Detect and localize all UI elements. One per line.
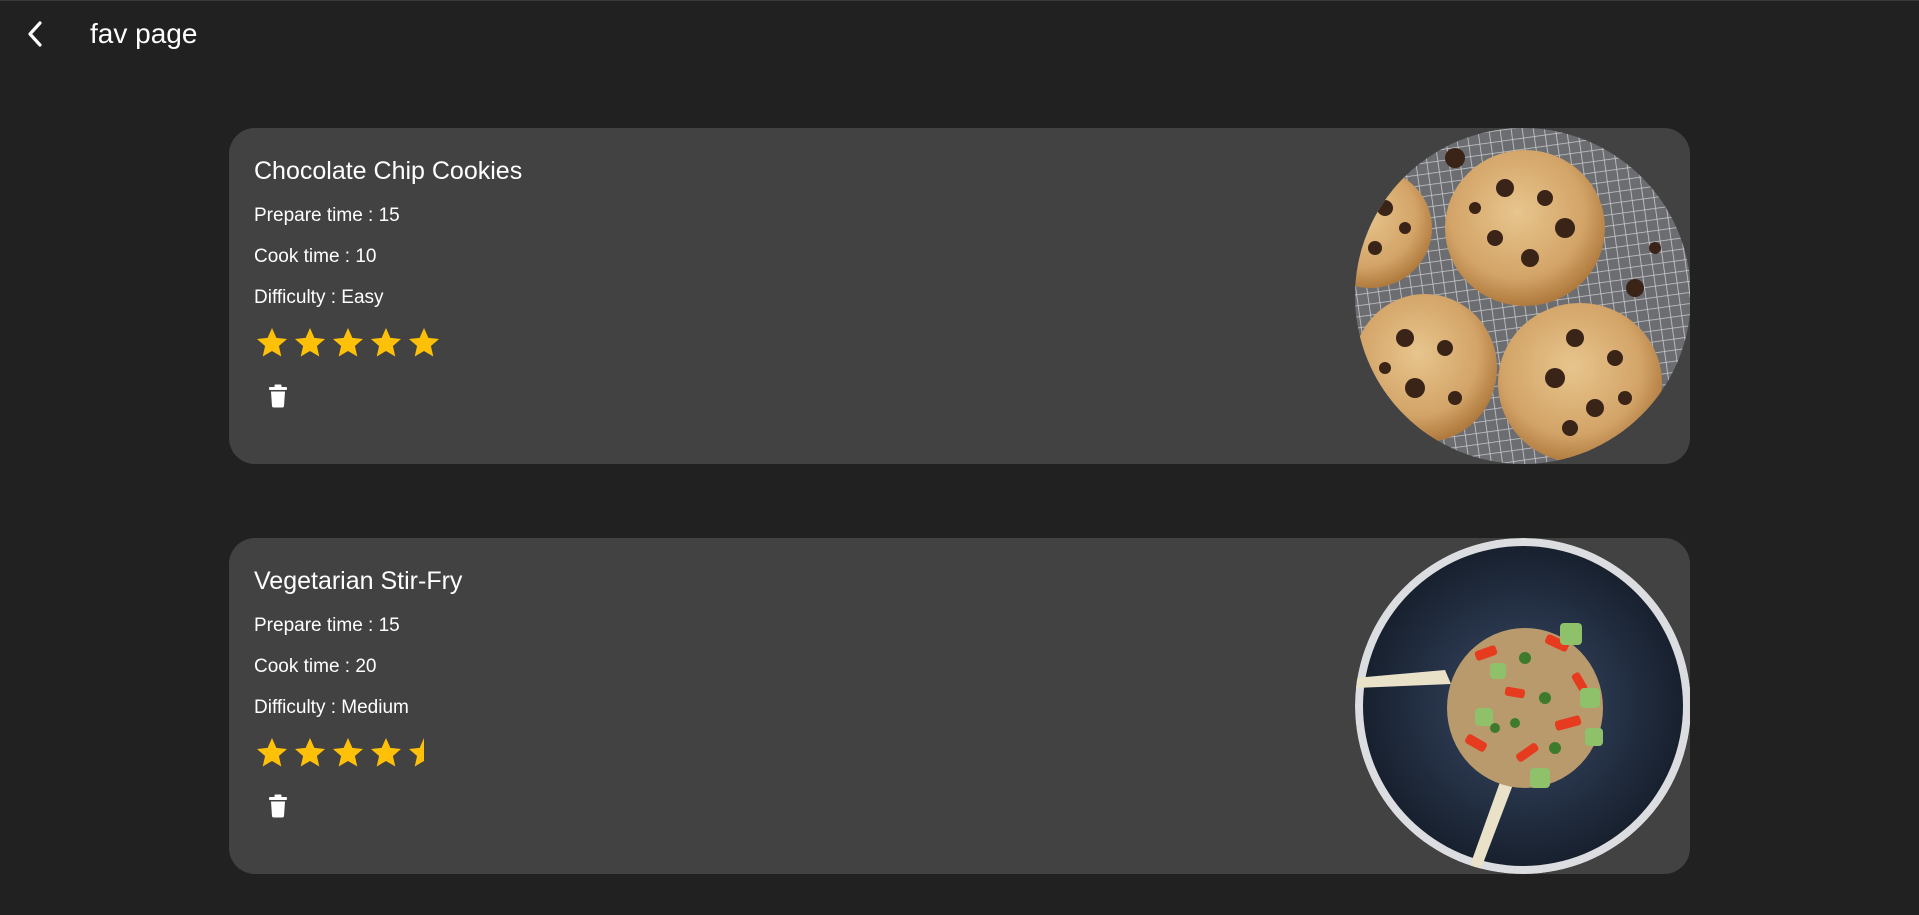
back-button[interactable] bbox=[18, 17, 52, 51]
star-filled-icon bbox=[295, 328, 325, 357]
arrow-back-icon bbox=[28, 21, 42, 47]
app-bar: fav page bbox=[0, 1, 1919, 69]
page-title: fav page bbox=[90, 18, 198, 49]
star-filled-icon bbox=[333, 328, 363, 357]
delete-button[interactable] bbox=[263, 381, 293, 411]
cookies-on-cooling-rack-photo bbox=[1355, 128, 1690, 464]
star-filled-icon bbox=[371, 738, 401, 767]
star-filled-icon bbox=[257, 328, 287, 357]
rating-stars bbox=[254, 735, 442, 771]
cook-time: Cook time : 10 bbox=[254, 246, 377, 267]
difficulty: Difficulty : Medium bbox=[254, 697, 409, 718]
favorites-page: fav page Chocolate Chip Cookies Prepare … bbox=[0, 0, 1919, 915]
rating-stars bbox=[254, 325, 442, 361]
star-filled-icon bbox=[371, 328, 401, 357]
star-filled-icon bbox=[295, 738, 325, 767]
trash-icon bbox=[269, 384, 287, 408]
delete-button[interactable] bbox=[263, 791, 293, 821]
star-filled-icon bbox=[333, 738, 363, 767]
recipe-name: Chocolate Chip Cookies bbox=[254, 157, 523, 185]
star-half-icon bbox=[409, 738, 424, 767]
difficulty: Difficulty : Easy bbox=[254, 287, 384, 308]
prepare-time: Prepare time : 15 bbox=[254, 205, 400, 226]
stir-fry-in-bowl-photo bbox=[1355, 538, 1690, 874]
prepare-time: Prepare time : 15 bbox=[254, 615, 400, 636]
recipe-card[interactable]: Chocolate Chip Cookies Prepare time : 15… bbox=[229, 128, 1690, 464]
star-filled-icon bbox=[257, 738, 287, 767]
star-filled-icon bbox=[409, 328, 439, 357]
cook-time: Cook time : 20 bbox=[254, 656, 377, 677]
trash-icon bbox=[269, 794, 287, 818]
recipe-card[interactable]: Vegetarian Stir-Fry Prepare time : 15 Co… bbox=[229, 538, 1690, 874]
recipe-name: Vegetarian Stir-Fry bbox=[254, 567, 463, 595]
